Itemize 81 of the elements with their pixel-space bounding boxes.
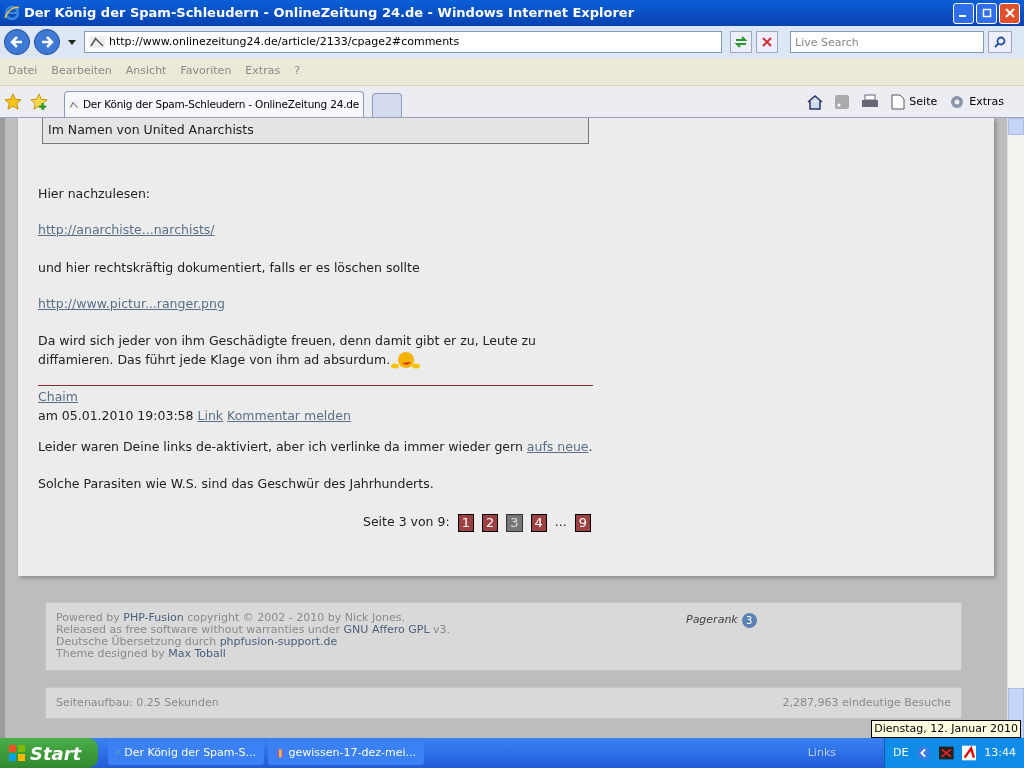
refresh-icon xyxy=(734,35,748,49)
page-link[interactable]: 2 xyxy=(481,513,499,532)
text-link[interactable]: http://anarchiste...narchists/ xyxy=(38,220,215,240)
url-text: http://www.onlinezeitung24.de/article/2133/cpage2#comments xyxy=(109,33,460,50)
add-favorite-icon[interactable] xyxy=(30,93,48,111)
taskbar-button[interactable]: Der König der Spam-S... xyxy=(108,741,264,765)
arrow-left-icon xyxy=(10,35,24,49)
toolbar-button[interactable]: Extras xyxy=(949,93,1004,110)
footer-link[interactable]: Max Toball xyxy=(168,647,226,660)
footer-link[interactable]: PHP-Fusion xyxy=(123,611,184,624)
author-link[interactable]: Chaim xyxy=(38,388,78,407)
stop-icon xyxy=(762,37,772,47)
footer-link[interactable]: GNU Affero GPL xyxy=(343,623,430,636)
refresh-button[interactable] xyxy=(730,31,752,53)
maximize-icon xyxy=(981,8,992,18)
minimize-icon xyxy=(959,15,966,17)
close-button[interactable] xyxy=(999,2,1020,24)
footer-link[interactable]: phpfusion-support.de xyxy=(219,635,338,648)
render-time: Seitenaufbau: 0.25 Sekunden xyxy=(56,694,219,711)
visit-count: 2,287,963 eindeutige Besuche xyxy=(782,694,951,711)
paragraph: Solche Parasiten wie W.S. sind das Geschwür des Jahrhunderts. xyxy=(38,474,435,493)
toolbar-button[interactable]: Seite xyxy=(891,93,938,110)
language-indicator[interactable]: DE xyxy=(893,744,909,762)
page-count: Seite 3 von 9: xyxy=(362,513,450,532)
site-icon xyxy=(69,98,79,111)
windows-logo-icon xyxy=(8,744,26,762)
back-button[interactable] xyxy=(4,29,30,55)
page-link[interactable]: 9 xyxy=(574,513,591,532)
favorites-star-icon[interactable] xyxy=(4,93,22,111)
quote-box: Im Namen von United Anarchists xyxy=(42,118,589,144)
paragraph: Hier nachzulesen: xyxy=(38,184,152,203)
emoticon-icon xyxy=(390,351,421,370)
search-icon xyxy=(994,36,1006,48)
arrow-right-icon xyxy=(40,35,54,49)
paragraph: Leider waren Deine links de-aktiviert, aber ich verlinke da immer wieder gern aufs neue. xyxy=(38,437,594,456)
menu-item[interactable]: Favoriten xyxy=(180,63,232,80)
footer-line: Theme designed by Max Toball xyxy=(56,648,227,660)
menu-item[interactable]: Datei xyxy=(8,63,38,80)
taskbar-button[interactable]: gewissen-17-dez-mei... xyxy=(268,741,424,765)
minimize-button[interactable] xyxy=(953,2,974,24)
window-title: Der König der Spam-Schleudern - OnlineZeitung 24.de - Windows Internet Explorer xyxy=(24,4,635,23)
dropdown-icon[interactable] xyxy=(68,39,76,45)
comment-link[interactable]: Kommentar melden xyxy=(227,407,351,426)
footer-line: Powered by PHP-Fusion copyright © 2002 - 2010 by Nick Jones. xyxy=(56,612,406,624)
maximize-button[interactable] xyxy=(976,2,997,24)
paragraph: Da wird sich jeder von ihm Geschädigte freuen, denn damit gibt er zu, Leute zu diffamieren. Das führt jede Klage von ihm ad absurdum. xyxy=(38,332,538,370)
close-icon xyxy=(1004,8,1015,18)
page-link[interactable]: 3 xyxy=(506,513,523,532)
comment-link[interactable]: Link xyxy=(197,407,224,426)
pagerank-badge: 3 xyxy=(741,613,757,628)
page-link[interactable]: 4 xyxy=(530,513,547,532)
pagerank-label: Pagerank xyxy=(686,614,738,626)
menu-item[interactable]: Ansicht xyxy=(125,63,167,80)
footer-line: Released as free software without warranties under GNU Affero GPL v3. xyxy=(56,624,452,636)
forward-button[interactable] xyxy=(34,29,60,55)
paragraph: und hier rechtskräftig dokumentiert, falls er es löschen sollte xyxy=(38,258,421,277)
address-field[interactable]: http://www.onlinezeitung24.de/article/2133/cpage2#comments xyxy=(84,31,722,53)
page-link[interactable]: 1 xyxy=(457,513,474,532)
page-icon xyxy=(891,93,906,110)
site-icon xyxy=(89,36,105,48)
home-icon[interactable] xyxy=(807,93,824,110)
menu-item[interactable]: ? xyxy=(294,63,300,80)
menu-item[interactable]: Extras xyxy=(245,63,281,80)
start-button[interactable]: Start xyxy=(0,738,98,768)
tray-app-icon[interactable] xyxy=(939,746,954,760)
footer-line: Deutsche Übersetzung durch phpfusion-support.de xyxy=(56,636,339,648)
gear-icon xyxy=(949,93,966,110)
search-button[interactable] xyxy=(988,31,1012,53)
links-toolbar[interactable]: Links xyxy=(807,744,836,762)
clock: 13:44 xyxy=(984,744,1016,761)
ellipsis: ... xyxy=(554,513,567,532)
text-link[interactable]: aufs neue xyxy=(526,438,589,454)
text-link[interactable]: http://www.pictur...ranger.png xyxy=(38,294,225,314)
date-tooltip: Dienstag, 12. Januar 2010 xyxy=(871,719,1021,738)
stop-button[interactable] xyxy=(756,31,778,53)
search-field[interactable]: Live Search xyxy=(790,31,984,53)
browser-tab[interactable]: Der König der Spam-Schleudern - OnlineZeitung 24.de xyxy=(64,91,364,117)
printer-icon[interactable] xyxy=(861,93,880,110)
comment-date: am 05.01.2010 19:03:58 xyxy=(38,407,194,425)
menu-item[interactable]: Bearbeiten xyxy=(51,63,112,80)
chevron-left-icon[interactable] xyxy=(916,745,932,761)
